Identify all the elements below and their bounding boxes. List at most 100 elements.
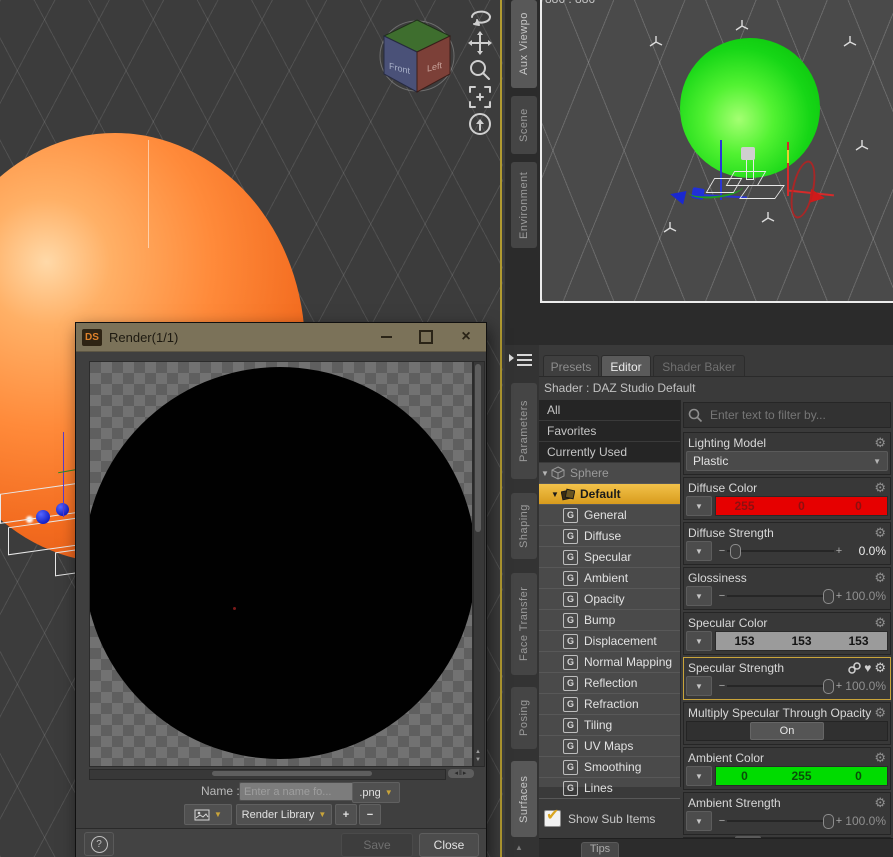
specular-strength-slider[interactable]: − + 100.0% xyxy=(715,677,888,695)
lighting-model-dropdown[interactable]: Plastic ▼ xyxy=(686,451,888,471)
thumbnail-view-button[interactable]: ▼ xyxy=(184,804,232,825)
group-row-smoothing[interactable]: G Smoothing xyxy=(539,757,680,778)
tab-presets[interactable]: Presets xyxy=(543,355,599,377)
tab-face-transfer[interactable]: Face Transfer xyxy=(511,573,537,675)
tree-node-sphere[interactable]: ▼ Sphere xyxy=(539,463,680,484)
orbit-icon[interactable] xyxy=(463,2,497,29)
close-button[interactable]: Close xyxy=(419,833,479,857)
specular-color-swatch[interactable]: 153 153 153 xyxy=(715,631,888,651)
format-dropdown[interactable]: .png ▼ xyxy=(352,782,400,803)
group-row-normal-mapping[interactable]: G Normal Mapping xyxy=(539,652,680,673)
list-item-favorites[interactable]: Favorites xyxy=(539,421,680,442)
gear-icon[interactable]: ⚙ xyxy=(874,616,886,629)
list-item-all[interactable]: All xyxy=(539,400,680,421)
slider-thumb[interactable] xyxy=(823,814,835,829)
group-row-tiling[interactable]: G Tiling xyxy=(539,715,680,736)
scroll-up-arrow[interactable]: ▲ xyxy=(515,843,523,852)
tab-surfaces[interactable]: Surfaces xyxy=(511,761,537,837)
group-row-opacity[interactable]: G Opacity xyxy=(539,589,680,610)
group-row-uv-maps[interactable]: G UV Maps xyxy=(539,736,680,757)
gear-icon[interactable]: ⚙ xyxy=(874,796,886,809)
slider-minus[interactable]: − xyxy=(717,815,727,827)
filter-input[interactable] xyxy=(708,407,886,423)
view-cube[interactable]: Front Left xyxy=(378,16,456,96)
ambient-strength-slider[interactable]: − + 100.0% xyxy=(715,812,888,830)
tab-tips[interactable]: Tips xyxy=(581,842,619,857)
vertical-scroll-thumb[interactable] xyxy=(475,364,481,532)
diffuse-color-swatch[interactable]: 255 0 0 xyxy=(715,496,888,516)
render-name-input[interactable] xyxy=(239,782,355,801)
group-row-refraction[interactable]: G Refraction xyxy=(539,694,680,715)
group-row-reflection[interactable]: G Reflection xyxy=(539,673,680,694)
param-options-button[interactable]: ▼ xyxy=(686,811,712,831)
slider-plus[interactable]: + xyxy=(834,815,844,827)
group-row-ambient[interactable]: G Ambient xyxy=(539,568,680,589)
gear-icon[interactable]: ⚙ xyxy=(874,436,886,449)
aim-icon[interactable] xyxy=(463,110,497,137)
param-options-button[interactable]: ▼ xyxy=(686,766,712,786)
param-options-button[interactable]: ▼ xyxy=(686,631,712,651)
diffuse-strength-slider[interactable]: − + 0.0% xyxy=(715,542,888,560)
group-row-general[interactable]: G General xyxy=(539,505,680,526)
param-options-button[interactable]: ▼ xyxy=(686,676,712,696)
slider-track[interactable] xyxy=(727,679,835,694)
param-options-button[interactable]: ▼ xyxy=(686,586,712,606)
show-sub-items-checkbox[interactable]: ✔ xyxy=(544,807,561,827)
tab-aux-viewport[interactable]: Aux Viewpo xyxy=(511,0,537,88)
scroll-arrows[interactable]: ▲ ▼ xyxy=(474,748,482,764)
zoom-icon[interactable] xyxy=(463,56,497,83)
gizmo-blue-arrow[interactable] xyxy=(668,187,687,205)
slider-minus[interactable]: − xyxy=(717,545,727,557)
tab-shaping[interactable]: Shaping xyxy=(511,493,537,559)
add-button[interactable]: + xyxy=(335,804,357,825)
slider-thumb[interactable] xyxy=(730,544,742,559)
tab-environment[interactable]: Environment xyxy=(511,162,537,248)
tree-node-default-selected[interactable]: ▼ Default xyxy=(539,484,680,505)
tab-posing[interactable]: Posing xyxy=(511,687,537,749)
help-button[interactable]: ? xyxy=(84,832,114,856)
tab-shader-baker[interactable]: Shader Baker xyxy=(653,355,745,377)
gear-icon[interactable]: ⚙ xyxy=(874,481,886,494)
render-horizontal-scrollbar[interactable] xyxy=(89,769,446,780)
pane-menu-icon[interactable] xyxy=(507,352,537,374)
slider-thumb[interactable] xyxy=(823,679,835,694)
gear-icon[interactable]: ⚙ xyxy=(874,526,886,539)
slider-thumb[interactable] xyxy=(823,589,835,604)
param-options-button[interactable]: ▼ xyxy=(686,496,712,516)
collapse-caret-icon[interactable]: ▼ xyxy=(539,469,551,478)
minimize-button[interactable] xyxy=(366,324,406,350)
group-row-bump[interactable]: G Bump xyxy=(539,610,680,631)
horizontal-scroll-thumb[interactable] xyxy=(212,771,372,776)
slider-track[interactable] xyxy=(727,814,835,829)
ambient-color-swatch[interactable]: 0 255 0 xyxy=(715,766,888,786)
group-row-displacement[interactable]: G Displacement xyxy=(539,631,680,652)
tab-scene[interactable]: Scene xyxy=(511,96,537,154)
favorite-heart-icon[interactable]: ♥ xyxy=(864,661,871,675)
gear-icon[interactable]: ⚙ xyxy=(874,661,886,674)
collapse-caret-icon[interactable]: ▼ xyxy=(549,490,561,499)
glossiness-slider[interactable]: − + 100.0% xyxy=(715,587,888,605)
library-dropdown[interactable]: Render Library ▼ xyxy=(236,804,332,825)
maximize-button[interactable] xyxy=(406,324,446,350)
gear-icon[interactable]: ⚙ xyxy=(874,571,886,584)
frame-icon[interactable] xyxy=(463,83,497,110)
slider-track[interactable] xyxy=(727,589,835,604)
aux-viewport[interactable]: 886 : 886 xyxy=(540,0,893,303)
list-item-currently-used[interactable]: Currently Used xyxy=(539,442,680,463)
slider-plus[interactable]: + xyxy=(834,680,844,692)
slider-minus[interactable]: − xyxy=(717,680,727,692)
pan-icon[interactable] xyxy=(463,29,497,56)
render-vertical-scrollbar[interactable]: ▲ ▼ xyxy=(473,361,485,767)
remove-button[interactable]: − xyxy=(359,804,381,825)
close-window-button[interactable]: × xyxy=(446,324,486,350)
save-button[interactable]: Save xyxy=(341,833,413,857)
tab-parameters[interactable]: Parameters xyxy=(511,383,537,479)
gear-icon[interactable]: ⚙ xyxy=(874,706,886,719)
slider-track[interactable] xyxy=(727,544,834,559)
slider-minus[interactable]: − xyxy=(717,590,727,602)
param-options-button[interactable]: ▼ xyxy=(686,541,712,561)
gear-icon[interactable]: ⚙ xyxy=(874,751,886,764)
render-dialog-titlebar[interactable]: DS Render(1/1) × xyxy=(76,323,486,352)
group-row-lines[interactable]: G Lines xyxy=(539,778,680,799)
group-row-diffuse[interactable]: G Diffuse xyxy=(539,526,680,547)
